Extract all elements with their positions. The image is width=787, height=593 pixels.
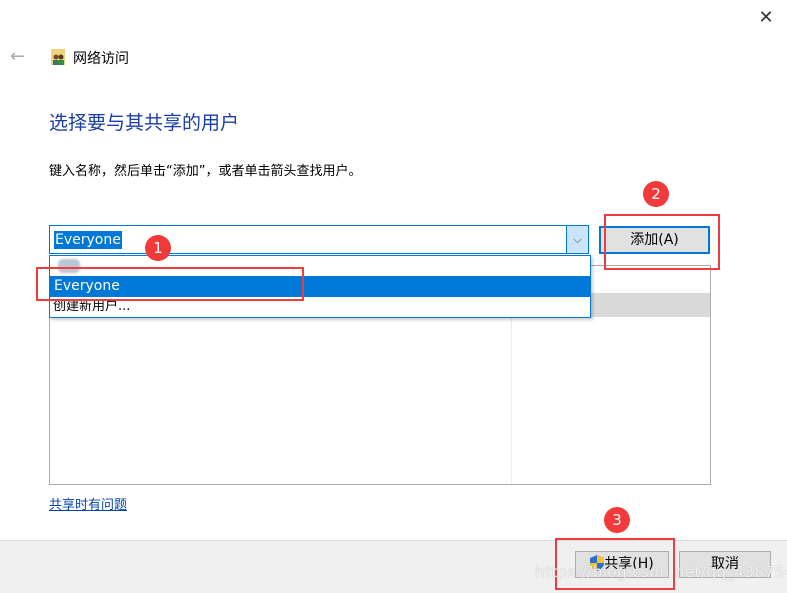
annotation-box-2 [604, 214, 720, 270]
user-name-combobox[interactable]: Everyone ⌵ [49, 225, 589, 254]
instruction-text: 键入名称，然后单击“添加”，或者单击箭头查找用户。 [49, 164, 362, 179]
annotation-badge-2: 2 [643, 181, 669, 207]
network-users-icon [51, 49, 65, 65]
annotation-badge-1: 1 [145, 235, 171, 261]
help-link[interactable]: 共享时有问题 [49, 494, 127, 513]
back-arrow-icon[interactable]: ← [10, 46, 25, 67]
close-icon[interactable]: ✕ [756, 8, 776, 28]
window-title: 网络访问 [73, 51, 129, 67]
watermark: https://blog.csdn.net/qq_43875449 [535, 563, 787, 581]
chevron-down-icon[interactable]: ⌵ [566, 226, 588, 253]
annotation-box-1 [36, 267, 304, 301]
combobox-value[interactable]: Everyone [54, 231, 122, 249]
page-title: 选择要与其共享的用户 [49, 112, 240, 134]
annotation-badge-3: 3 [604, 507, 630, 533]
